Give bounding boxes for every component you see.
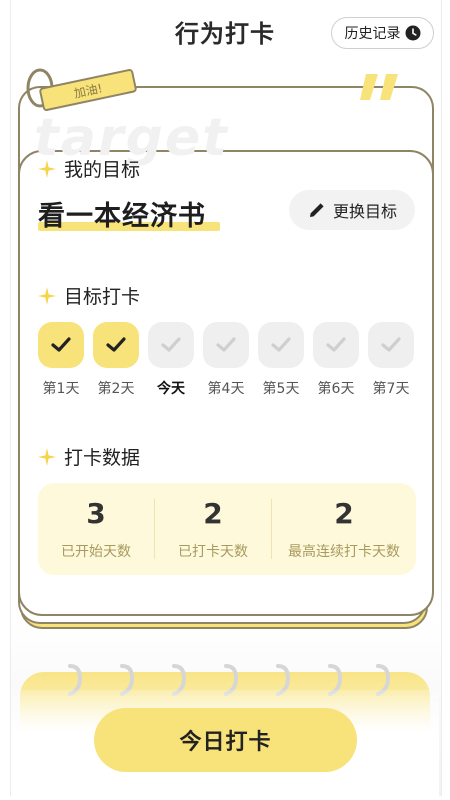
history-button[interactable]: 历史记录 (331, 17, 434, 49)
stat-started: 3 已开始天数 (38, 483, 154, 575)
sparkle-icon (38, 159, 56, 178)
sparkle-icon (38, 286, 56, 305)
stats-section-title: 打卡数据 (38, 443, 140, 470)
day-item[interactable]: 第1天 (37, 322, 85, 398)
day-label: 第1天 (42, 381, 80, 397)
check-icon (51, 337, 71, 352)
goal-section-title: 我的目标 (38, 155, 140, 182)
day-item[interactable]: 第5天 (257, 322, 305, 398)
checkin-today-label: 今日打卡 (179, 730, 272, 755)
stat-streak: 2 最高连续打卡天数 (272, 483, 416, 575)
stat-label: 已开始天数 (61, 544, 131, 560)
day-item[interactable]: 第2天 (92, 322, 140, 398)
change-goal-button[interactable]: 更换目标 (289, 190, 415, 230)
day-label: 第6天 (317, 381, 355, 397)
stats-panel: 3 已开始天数 2 已打卡天数 2 最高连续打卡天数 (38, 483, 416, 575)
stat-label: 最高连续打卡天数 (288, 544, 400, 560)
change-goal-label: 更换目标 (332, 202, 397, 221)
check-icon (216, 337, 236, 352)
stat-checked: 2 已打卡天数 (155, 483, 271, 575)
day-label: 第5天 (262, 381, 300, 397)
checkin-section-title: 目标打卡 (38, 282, 140, 309)
day-unchecked-box (368, 322, 414, 368)
goal-section-label: 我的目标 (64, 159, 141, 181)
check-icon (326, 337, 346, 352)
day-unchecked-box (258, 322, 304, 368)
day-unchecked-box (313, 322, 359, 368)
sparkle-icon (38, 447, 56, 466)
day-label: 今天 (157, 381, 185, 397)
day-unchecked-box (148, 322, 194, 368)
check-icon (381, 337, 401, 352)
day-label: 第4天 (207, 381, 245, 397)
day-item[interactable]: 第6天 (312, 322, 360, 398)
edit-icon (309, 203, 324, 217)
day-checked-box (93, 322, 139, 368)
day-label: 第7天 (372, 381, 410, 397)
check-icon (161, 337, 181, 352)
stat-value: 2 (203, 497, 223, 530)
goal-text: 看一本经济书 (38, 201, 206, 232)
day-item[interactable]: 第7天 (367, 322, 415, 398)
stat-value: 2 (334, 497, 354, 530)
cheer-tag-label: 加油! (72, 80, 104, 101)
day-item[interactable]: 今天 (147, 322, 195, 398)
day-item[interactable]: 第4天 (202, 322, 250, 398)
check-icon (271, 337, 291, 352)
stats-section-label: 打卡数据 (64, 447, 141, 469)
stat-label: 已打卡天数 (178, 544, 248, 560)
history-label: 历史记录 (344, 26, 401, 42)
clock-icon (405, 25, 421, 41)
stat-value: 3 (86, 497, 106, 530)
checkin-section-label: 目标打卡 (64, 286, 141, 308)
check-icon (106, 337, 126, 352)
day-label: 第2天 (97, 381, 135, 397)
day-list: 第1天 第2天 今天 第4天 第5天 第6天 第7天 (37, 322, 417, 402)
checkin-today-button[interactable]: 今日打卡 (94, 708, 357, 772)
quote-icon (360, 74, 398, 100)
day-checked-box (38, 322, 84, 368)
day-unchecked-box (203, 322, 249, 368)
